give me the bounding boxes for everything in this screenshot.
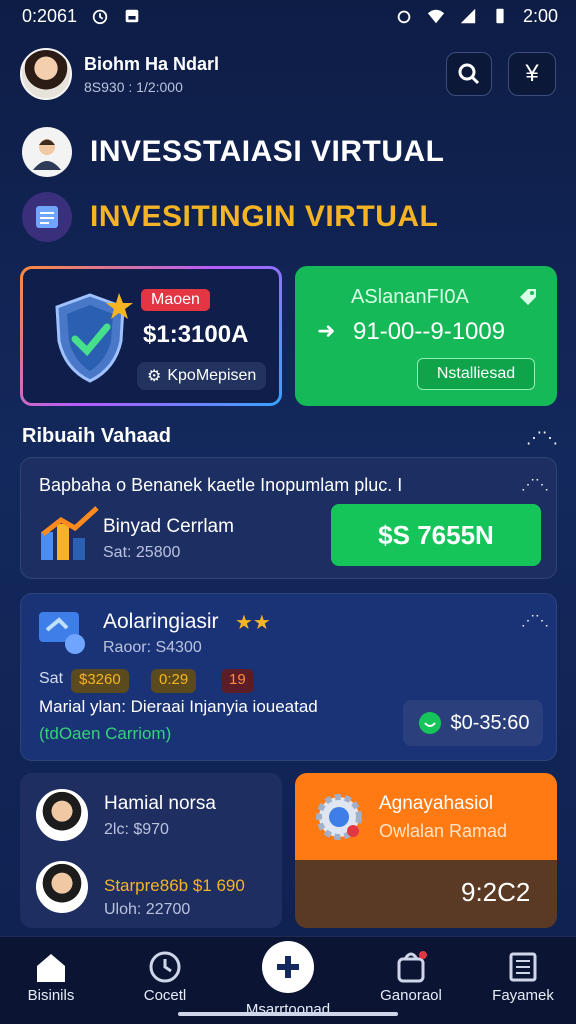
install-button[interactable]: Nstalliesad (417, 358, 535, 390)
tag-icon (520, 289, 536, 305)
balance-card[interactable]: ASlananFI0A ➜ 91-00--9-1009 Nstalliesad (295, 266, 557, 406)
settings-gear-icon (316, 794, 362, 840)
document-icon (22, 192, 72, 242)
person1-name: Hamial norsa (104, 793, 216, 814)
search-button[interactable] (446, 52, 492, 96)
panel2-sub: Raoor: S4300 (103, 639, 202, 656)
transfer-icon (39, 612, 85, 654)
profile-icon (22, 127, 72, 177)
person1-sub: 2lc: $970 (104, 821, 169, 838)
panel2-chip-amount: $3260 (71, 669, 129, 693)
clock-icon (149, 951, 181, 983)
panel2-chip-prefix: Sat (39, 670, 64, 687)
app-header: Biohm Ha Ndarl 8S930 : 1/2:000 ¥ (0, 40, 576, 108)
nav-home[interactable]: Bisinils (0, 947, 106, 1004)
section-title: Ribuaih Vahaad (22, 425, 171, 447)
home-icon (37, 954, 65, 982)
search-icon (458, 63, 480, 85)
panel2-chip-time: 0:29 (151, 669, 197, 693)
more-icon[interactable]: ⋰⋱ (526, 428, 558, 448)
battery-icon (496, 8, 504, 24)
security-pill-label: KpoMepisen (167, 367, 257, 384)
shield-icon (55, 293, 133, 383)
nav-clock[interactable]: Cocetl (110, 947, 220, 1004)
promo-title: Agnayahasiol (379, 793, 494, 814)
person-avatar-1[interactable] (36, 789, 88, 841)
alarm-clock-icon (397, 10, 411, 24)
panel2-action-button[interactable]: $0-35:60 (403, 700, 543, 746)
security-amount: $1:3100A (143, 321, 249, 348)
bottom-nav: Bisinils Cocetl Msarrtoonad Ganoraol Fay… (0, 936, 576, 1024)
panel2-button-label: $0-35:60 (450, 711, 530, 734)
person-avatar-2[interactable] (36, 861, 88, 913)
title-row-main: INVESSTAIASI VIRTUAL (22, 127, 444, 177)
nav-list[interactable]: Fayamek (468, 947, 576, 1004)
gear-icon: ⚙ (147, 368, 162, 385)
panel2-title: Aolaringiasir (103, 610, 219, 633)
panel2-more-icon[interactable]: ⋰⋱ (521, 612, 549, 629)
nav-bag[interactable]: Ganoraol (356, 947, 466, 1004)
plus-icon (277, 956, 299, 978)
promo-value: 9:2C2 (461, 877, 531, 907)
status-bar: 0:2061 2:00 (0, 0, 576, 32)
home-indicator (178, 1012, 398, 1016)
panel1-more-icon[interactable]: ⋰⋱ (521, 476, 549, 493)
wifi-icon (427, 9, 445, 24)
status-badge: Maoen (141, 289, 210, 311)
panel1-item-title: Binyad Cerrlam (103, 516, 234, 537)
user-avatar[interactable] (20, 48, 72, 100)
yen-icon: ¥ (525, 60, 539, 87)
nav-add-button[interactable] (262, 941, 314, 993)
promo-card[interactable]: Agnayahasiol Owlalan Ramad 9:2C2 (295, 773, 557, 928)
nav-clock-label: Cocetl (143, 987, 187, 1004)
title-row-secondary: INVESITINGIN VIRTUAL (22, 192, 438, 242)
people-card[interactable]: Hamial norsa 2lc: $970 Starpre86b $1 690… (20, 773, 282, 928)
page-subtitle: INVESITINGIN VIRTUAL (90, 200, 439, 233)
person2-name: Starpre86b $1 690 (104, 876, 245, 895)
security-card[interactable]: Maoen $1:3100A ⚙ KpoMepisen (20, 266, 282, 406)
alarm-icon (92, 9, 108, 25)
nav-bag-label: Ganoraol (380, 987, 442, 1004)
panel2-link[interactable]: (tdOaen Carriom) (39, 724, 171, 744)
nav-home-label: Bisinils (27, 987, 75, 1004)
balance-value: 91-00--9-1009 (353, 318, 506, 345)
panel1-headline: Bapbaha o Benanek kaetle Inopumlam pluc.… (39, 475, 403, 495)
star-icon: ★★ (235, 612, 271, 634)
panel1-item-sub: Sat: 25800 (103, 544, 181, 561)
promo-sub: Owlalan Ramad (379, 821, 508, 841)
balance-title: ASlananFI0A (351, 286, 469, 308)
user-meta: Biohm Ha Ndarl 8S930 : 1/2:000 (84, 54, 219, 95)
list-icon (509, 952, 537, 982)
panel2-chip-count: 19 (221, 669, 254, 693)
arrow-right-icon: ➜ (317, 318, 336, 343)
status-time: 0:2061 (22, 5, 78, 26)
bag-icon (397, 951, 427, 983)
page-title: INVESSTAIASI VIRTUAL (90, 135, 445, 168)
notification-icon (125, 9, 139, 23)
panel1-action-button[interactable]: $S 7655N (331, 504, 541, 566)
investment-panel-2[interactable]: Aolaringiasir ★★ ⋰⋱ Raoor: S4300 Sat $32… (20, 593, 557, 761)
panel2-description: Marial ylan: Dieraai Injanyia ioueatad (39, 697, 318, 716)
user-subtitle: 8S930 : 1/2:000 (84, 78, 183, 95)
nav-list-label: Fayamek (492, 987, 554, 1004)
chat-icon (418, 712, 441, 734)
growth-chart-icon (41, 506, 99, 560)
security-pill[interactable]: ⚙ KpoMepisen (137, 362, 267, 390)
signal-icon (460, 8, 476, 24)
user-name: Biohm Ha Ndarl (84, 53, 220, 74)
person2-sub: Uloh: 22700 (104, 901, 191, 918)
investment-panel-1[interactable]: Bapbaha o Benanek kaetle Inopumlam pluc.… (20, 457, 557, 579)
currency-button[interactable]: ¥ (508, 52, 556, 96)
status-time-right: 2:00 (522, 5, 558, 26)
